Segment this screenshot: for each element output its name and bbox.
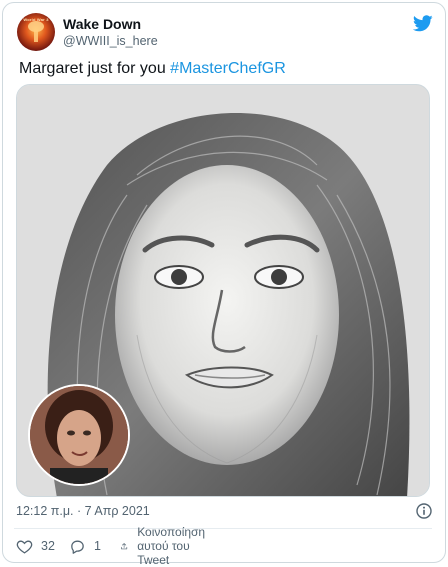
share-label: Κοινοποίηση αυτού του Tweet [137, 525, 206, 567]
heart-icon [16, 540, 33, 554]
divider [14, 528, 432, 529]
avatar-text: World War 3 [23, 17, 49, 22]
tweet-timestamp[interactable]: 12:12 π.μ. · 7 Απρ 2021 [16, 504, 150, 518]
avatar[interactable]: World War 3 [17, 13, 55, 51]
comment-icon [71, 540, 84, 554]
share-icon [121, 542, 128, 549]
like-button[interactable]: 32 [16, 536, 55, 556]
reply-button[interactable]: 1 [69, 536, 101, 556]
inset-photo [28, 384, 130, 486]
share-button[interactable]: Κοινοποίηση αυτού του Tweet [120, 525, 214, 567]
hashtag-link[interactable]: #MasterChefGR [170, 60, 286, 77]
tweet-text: Margaret just for you #MasterChefGR [19, 60, 286, 78]
info-icon[interactable] [416, 503, 432, 519]
tweet-header: World War 3 Wake Down @WWIII_is_here [17, 13, 433, 53]
tweet-text-body: Margaret just for you [19, 60, 171, 77]
author-handle[interactable]: @WWIII_is_here [63, 34, 158, 48]
author-name[interactable]: Wake Down [63, 16, 141, 32]
like-count: 32 [41, 539, 55, 553]
twitter-bird-icon[interactable] [413, 15, 433, 32]
reply-count: 1 [94, 539, 101, 553]
